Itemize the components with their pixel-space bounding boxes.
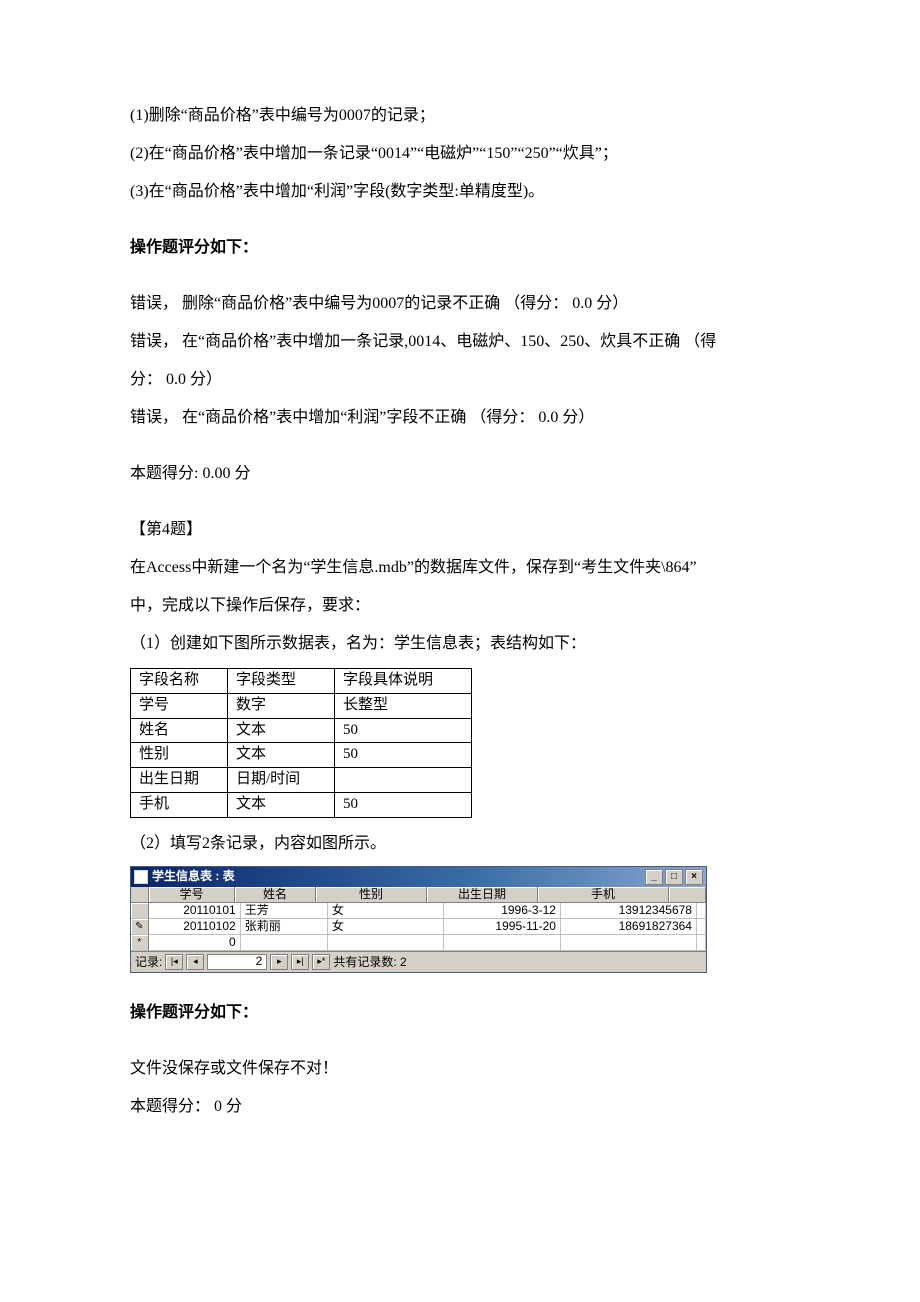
cell[interactable]: 王芳 bbox=[241, 903, 328, 919]
cell[interactable] bbox=[697, 919, 706, 935]
struct-cell bbox=[335, 768, 472, 793]
record-number-input[interactable]: 2 bbox=[207, 954, 267, 970]
nav-prev-button[interactable]: ◂ bbox=[186, 954, 204, 970]
q3-step-1: (1)删除“商品价格”表中编号为0007的记录； bbox=[130, 100, 790, 132]
struct-hdr-detail: 字段具体说明 bbox=[335, 669, 472, 694]
col-header[interactable]: 性别 bbox=[316, 887, 427, 903]
score-2: 本题得分： 0 分 bbox=[130, 1091, 790, 1123]
struct-cell: 长整型 bbox=[335, 693, 472, 718]
nav-new-button[interactable]: ▸* bbox=[312, 954, 330, 970]
cell[interactable]: 1996-3-12 bbox=[444, 903, 561, 919]
struct-cell: 数字 bbox=[228, 693, 335, 718]
close-button[interactable]: × bbox=[685, 869, 703, 885]
cell[interactable] bbox=[328, 935, 445, 951]
col-header[interactable]: 姓名 bbox=[235, 887, 316, 903]
col-header[interactable]: 出生日期 bbox=[427, 887, 538, 903]
cell[interactable]: 20110101 bbox=[149, 903, 241, 919]
record-label: 记录: bbox=[135, 956, 162, 969]
struct-cell: 日期/时间 bbox=[228, 768, 335, 793]
cell[interactable]: 0 bbox=[149, 935, 241, 951]
cell[interactable]: 张莉丽 bbox=[241, 919, 328, 935]
cell[interactable] bbox=[561, 935, 697, 951]
q4-body-1: 在Access中新建一个名为“学生信息.mdb”的数据库文件，保存到“考生文件夹… bbox=[130, 552, 790, 584]
access-table-window: 学生信息表 : 表 _ □ × 学号 姓名 性别 出生日期 手机 2011010… bbox=[130, 866, 707, 974]
grading-header-1: 操作题评分如下： bbox=[130, 232, 790, 264]
q3-step-3: (3)在“商品价格”表中增加“利润”字段(数字类型:单精度型)。 bbox=[130, 176, 790, 208]
struct-hdr-type: 字段类型 bbox=[228, 669, 335, 694]
q4-step-1: （1）创建如下图所示数据表，名为：学生信息表；表结构如下： bbox=[130, 628, 790, 660]
cell[interactable]: 18691827364 bbox=[561, 919, 697, 935]
table-row[interactable]: 20110101 王芳 女 1996-3-12 13912345678 bbox=[131, 903, 706, 919]
col-header-spacer bbox=[669, 887, 706, 903]
struct-cell: 50 bbox=[335, 718, 472, 743]
q4-step-2: （2）填写2条记录，内容如图所示。 bbox=[130, 828, 790, 860]
cell[interactable]: 女 bbox=[328, 919, 445, 935]
col-header[interactable]: 学号 bbox=[149, 887, 235, 903]
struct-cell: 学号 bbox=[131, 693, 228, 718]
struct-cell: 手机 bbox=[131, 792, 228, 817]
grading-2-line-1: 文件没保存或文件保存不对！ bbox=[130, 1053, 790, 1085]
struct-cell: 50 bbox=[335, 743, 472, 768]
grading-line-3: 错误， 在“商品价格”表中增加“利润”字段不正确 （得分： 0.0 分） bbox=[130, 402, 790, 434]
table-header-row: 学号 姓名 性别 出生日期 手机 bbox=[131, 887, 706, 903]
q4-title: 【第4题】 bbox=[130, 514, 790, 546]
struct-hdr-name: 字段名称 bbox=[131, 669, 228, 694]
cell[interactable] bbox=[444, 935, 561, 951]
nav-first-button[interactable]: |◂ bbox=[165, 954, 183, 970]
row-selector-new-icon[interactable]: * bbox=[131, 935, 149, 951]
grading-line-1: 错误， 删除“商品价格”表中编号为0007的记录不正确 （得分： 0.0 分） bbox=[130, 288, 790, 320]
cell[interactable]: 13912345678 bbox=[561, 903, 697, 919]
cell[interactable]: 女 bbox=[328, 903, 445, 919]
struct-cell: 文本 bbox=[228, 792, 335, 817]
window-titlebar[interactable]: 学生信息表 : 表 _ □ × bbox=[131, 867, 706, 887]
maximize-button[interactable]: □ bbox=[665, 869, 683, 885]
table-icon bbox=[134, 870, 148, 884]
q4-body-2: 中，完成以下操作后保存，要求： bbox=[130, 590, 790, 622]
struct-cell: 文本 bbox=[228, 743, 335, 768]
cell[interactable]: 20110102 bbox=[149, 919, 241, 935]
struct-cell: 文本 bbox=[228, 718, 335, 743]
cell[interactable] bbox=[697, 935, 706, 951]
score-1: 本题得分: 0.00 分 bbox=[130, 458, 790, 490]
cell[interactable] bbox=[697, 903, 706, 919]
struct-cell: 姓名 bbox=[131, 718, 228, 743]
window-title: 学生信息表 : 表 bbox=[152, 870, 235, 883]
table-row-new[interactable]: * 0 bbox=[131, 935, 706, 951]
grading-header-2: 操作题评分如下： bbox=[130, 997, 790, 1029]
nav-last-button[interactable]: ▸| bbox=[291, 954, 309, 970]
cell[interactable] bbox=[241, 935, 328, 951]
record-navigator: 记录: |◂ ◂ 2 ▸ ▸| ▸* 共有记录数: 2 bbox=[131, 951, 706, 972]
record-total-label: 共有记录数: 2 bbox=[333, 956, 406, 969]
table-row[interactable]: ✎ 20110102 张莉丽 女 1995-11-20 18691827364 bbox=[131, 919, 706, 935]
row-selector[interactable] bbox=[131, 903, 149, 919]
grading-line-2a: 错误， 在“商品价格”表中增加一条记录,0014、电磁炉、150、250、炊具不… bbox=[130, 326, 790, 358]
col-header[interactable]: 手机 bbox=[538, 887, 669, 903]
q3-step-2: (2)在“商品价格”表中增加一条记录“0014”“电磁炉”“150”“250”“… bbox=[130, 138, 790, 170]
struct-cell: 性别 bbox=[131, 743, 228, 768]
struct-cell: 出生日期 bbox=[131, 768, 228, 793]
grading-line-2b: 分： 0.0 分） bbox=[130, 364, 790, 396]
field-structure-table: 字段名称 字段类型 字段具体说明 学号 数字 长整型 姓名 文本 50 性别 文… bbox=[130, 668, 472, 818]
row-selector-editing-icon[interactable]: ✎ bbox=[131, 919, 149, 935]
minimize-button[interactable]: _ bbox=[645, 869, 663, 885]
nav-next-button[interactable]: ▸ bbox=[270, 954, 288, 970]
struct-cell: 50 bbox=[335, 792, 472, 817]
cell[interactable]: 1995-11-20 bbox=[444, 919, 561, 935]
